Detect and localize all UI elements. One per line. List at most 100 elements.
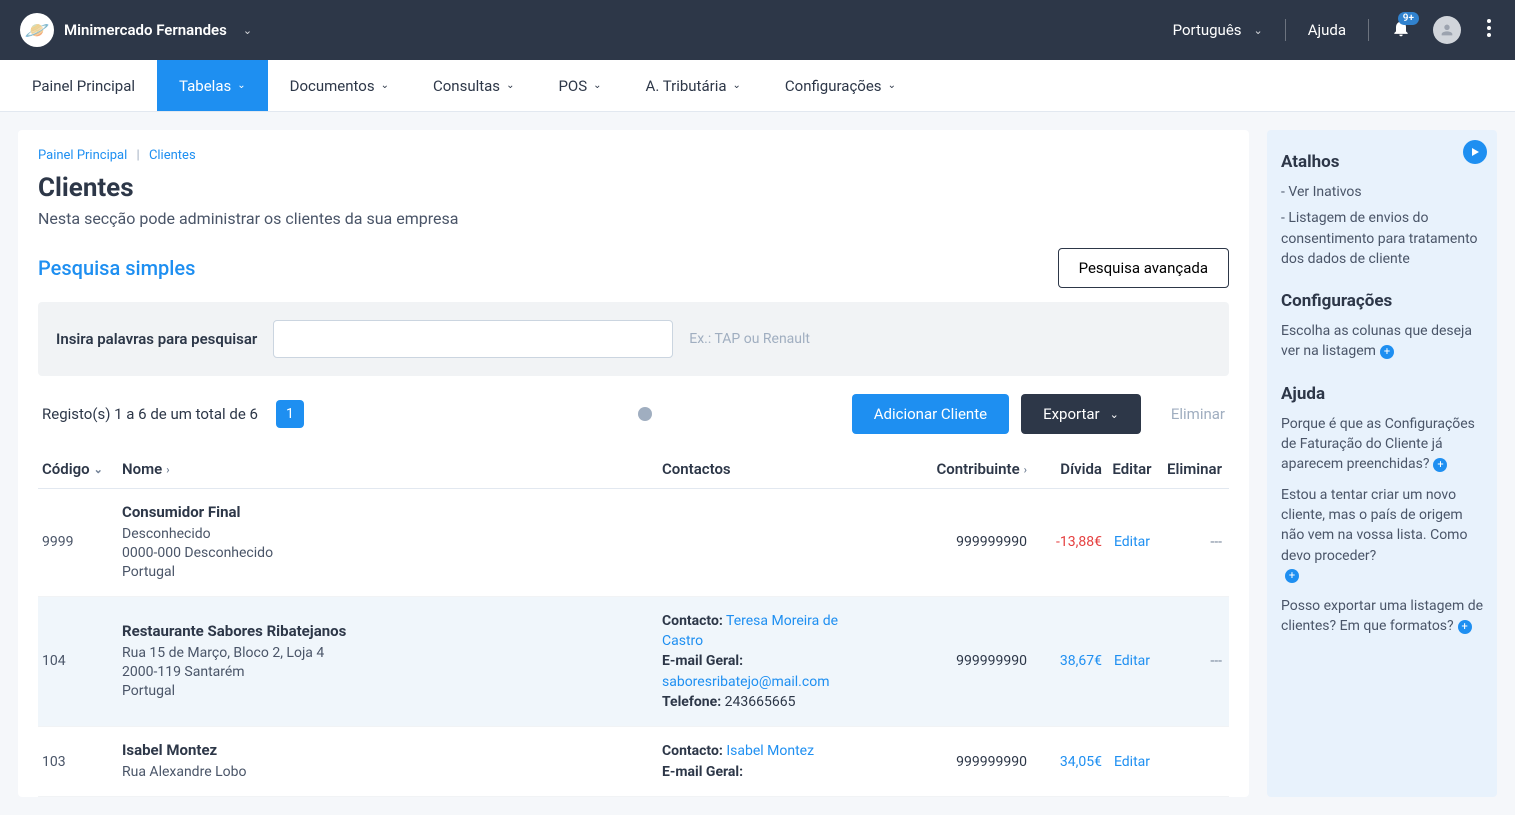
dots-vertical-icon — [1487, 19, 1491, 37]
chevron-down-icon: ⌄ — [237, 80, 245, 91]
plus-icon[interactable]: + — [1433, 458, 1447, 472]
language-selector[interactable]: Português ⌄ — [1173, 21, 1263, 39]
email-link[interactable]: saboresribatejo@mail.com — [662, 674, 829, 690]
nav-pos[interactable]: POS⌄ — [536, 60, 623, 111]
config-columns-link[interactable]: Escolha as colunas que deseja ver na lis… — [1281, 321, 1483, 362]
play-button[interactable] — [1463, 140, 1487, 164]
edit-link[interactable]: Editar — [1114, 534, 1150, 550]
cell-divida: 34,05€ — [1027, 754, 1102, 770]
col-codigo[interactable]: Código⌄ — [42, 460, 122, 478]
logo-icon: 🪐 — [20, 13, 54, 47]
add-client-button[interactable]: Adicionar Cliente — [852, 394, 1009, 434]
col-contribuinte[interactable]: Contribuinte› — [857, 460, 1027, 478]
help-faq-item[interactable]: Porque é que as Configurações de Faturaç… — [1281, 414, 1483, 475]
col-contactos[interactable]: Contactos — [662, 460, 857, 478]
chevron-down-icon: ⌄ — [381, 80, 389, 91]
chevron-down-icon: ⌄ — [888, 80, 896, 91]
cell-nome: Isabel Montez — [122, 741, 246, 759]
cell-addr: Portugal — [122, 682, 346, 701]
side-panel: Atalhos - Ver Inativos - Listagem de env… — [1267, 130, 1497, 797]
plus-icon[interactable]: + — [1380, 345, 1394, 359]
chevron-down-icon: ⌄ — [733, 80, 741, 91]
breadcrumb-current[interactable]: Clientes — [149, 148, 196, 163]
play-icon — [1470, 147, 1480, 157]
cell-codigo: 9999 — [42, 534, 122, 550]
side-heading-atalhos: Atalhos — [1281, 152, 1483, 172]
company-name: Minimercado Fernandes — [64, 21, 227, 39]
chevron-down-icon: ⌄ — [506, 80, 514, 91]
search-input[interactable] — [273, 320, 673, 358]
side-heading-ajuda: Ajuda — [1281, 384, 1483, 404]
col-eliminar: Eliminar — [1162, 460, 1222, 478]
col-editar: Editar — [1102, 460, 1162, 478]
nav-config[interactable]: Configurações⌄ — [763, 60, 918, 111]
eliminate-link[interactable]: Eliminar — [1171, 405, 1225, 423]
breadcrumb-sep: | — [137, 148, 140, 163]
main-nav: Painel Principal Tabelas⌄ Documentos⌄ Co… — [0, 60, 1515, 112]
user-avatar[interactable] — [1433, 16, 1461, 44]
cell-eliminar: --- — [1210, 653, 1222, 669]
cell-nome: Consumidor Final — [122, 503, 273, 521]
nav-documentos[interactable]: Documentos⌄ — [268, 60, 411, 111]
side-heading-config: Configurações — [1281, 291, 1483, 311]
chevron-down-icon: ⌄ — [94, 463, 103, 476]
chevron-down-icon: ⌄ — [1110, 408, 1119, 421]
simple-search-label[interactable]: Pesquisa simples — [38, 256, 195, 280]
edit-link[interactable]: Editar — [1114, 653, 1150, 669]
plus-icon[interactable]: + — [1458, 620, 1472, 634]
chevron-down-icon: ⌄ — [593, 80, 601, 91]
cell-divida: -13,88€ — [1027, 534, 1102, 550]
plus-icon[interactable]: + — [1285, 569, 1299, 583]
cell-contactos: Contacto: Isabel Montez E-mail Geral: — [662, 741, 857, 782]
help-faq-item[interactable]: Estou a tentar criar um novo cliente, ma… — [1281, 485, 1483, 586]
cell-contactos: Contacto: Teresa Moreira de Castro E-mai… — [662, 611, 857, 712]
cell-divida: 38,67€ — [1027, 653, 1102, 669]
contact-name-link[interactable]: Isabel Montez — [726, 743, 814, 759]
toolbar: Registo(s) 1 a 6 de um total de 6 1 Adic… — [38, 394, 1229, 434]
page-subtitle: Nesta secção pode administrar os cliente… — [38, 209, 1229, 228]
edit-link[interactable]: Editar — [1114, 754, 1150, 770]
search-box: Insira palavras para pesquisar Ex.: TAP … — [38, 302, 1229, 376]
loading-indicator-icon — [638, 407, 652, 421]
shortcut-inativos[interactable]: - Ver Inativos — [1281, 182, 1483, 202]
cell-codigo: 104 — [42, 653, 122, 669]
records-text: Registo(s) 1 a 6 de um total de 6 — [42, 405, 258, 423]
chevron-down-icon: ⌄ — [243, 24, 252, 37]
page-button-1[interactable]: 1 — [276, 400, 304, 428]
advanced-search-button[interactable]: Pesquisa avançada — [1058, 248, 1229, 288]
col-divida[interactable]: Dívida — [1027, 460, 1102, 478]
notifications-button[interactable]: 9+ — [1391, 18, 1411, 42]
notification-badge: 9+ — [1398, 12, 1419, 25]
main-panel: Painel Principal | Clientes Clientes Nes… — [18, 130, 1249, 797]
cell-contribuinte: 999999990 — [857, 534, 1027, 550]
cell-contribuinte: 999999990 — [857, 653, 1027, 669]
nav-at[interactable]: A. Tributária⌄ — [624, 60, 763, 111]
col-nome[interactable]: Nome› — [122, 460, 662, 478]
search-hint: Ex.: TAP ou Renault — [689, 331, 810, 347]
help-link[interactable]: Ajuda — [1308, 21, 1346, 39]
company-selector[interactable]: 🪐 Minimercado Fernandes ⌄ — [20, 13, 252, 47]
more-menu-button[interactable] — [1483, 15, 1495, 45]
nav-painel[interactable]: Painel Principal — [10, 60, 157, 111]
user-icon — [1439, 22, 1455, 38]
export-button[interactable]: Exportar⌄ — [1021, 394, 1141, 434]
divider — [1368, 19, 1369, 41]
help-faq-item[interactable]: Posso exportar uma listagem de clientes?… — [1281, 596, 1483, 637]
cell-addr: Rua 15 de Março, Bloco 2, Loja 4 — [122, 644, 346, 663]
table-row: 9999 Consumidor Final Desconhecido 0000-… — [38, 489, 1229, 597]
chevron-down-icon: ⌄ — [1254, 24, 1263, 37]
shortcut-listagem[interactable]: - Listagem de envios do consentimento pa… — [1281, 208, 1483, 269]
table-header: Código⌄ Nome› Contactos Contribuinte› Dí… — [38, 450, 1229, 489]
breadcrumb: Painel Principal | Clientes — [38, 148, 1229, 163]
nav-consultas[interactable]: Consultas⌄ — [411, 60, 536, 111]
divider — [1285, 19, 1286, 41]
nav-tabelas[interactable]: Tabelas⌄ — [157, 60, 268, 111]
cell-contribuinte: 999999990 — [857, 754, 1027, 770]
cell-nome: Restaurante Sabores Ribatejanos — [122, 622, 346, 640]
cell-addr: Portugal — [122, 563, 273, 582]
cell-addr: 2000-119 Santarém — [122, 663, 346, 682]
cell-addr: Rua Alexandre Lobo — [122, 763, 246, 782]
search-label: Insira palavras para pesquisar — [56, 330, 257, 348]
language-label: Português — [1173, 21, 1242, 39]
breadcrumb-home[interactable]: Painel Principal — [38, 148, 127, 163]
